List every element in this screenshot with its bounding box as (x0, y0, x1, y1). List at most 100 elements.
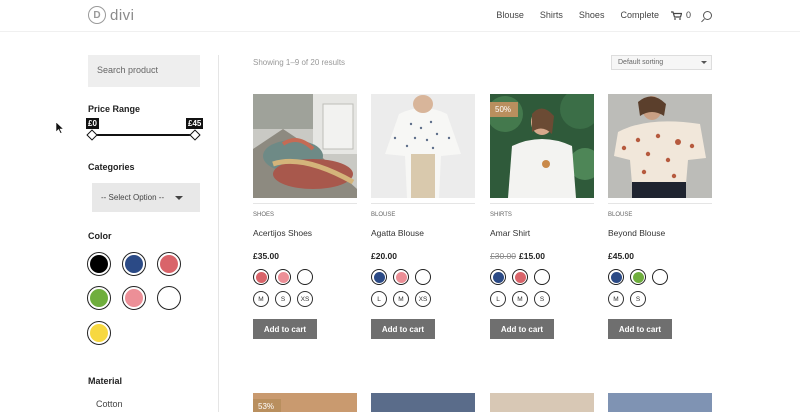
categories-heading: Categories (88, 162, 135, 172)
color-swatch-black[interactable] (87, 252, 111, 276)
product-category[interactable]: SHIRTS (490, 212, 594, 218)
color-swatch-navy[interactable] (122, 252, 146, 276)
cart-link[interactable]: 0 (670, 10, 691, 20)
product-name[interactable]: Amar Shirt (490, 228, 594, 238)
product-color-swatch[interactable] (275, 269, 291, 285)
size-option[interactable]: XS (297, 291, 313, 307)
size-option[interactable]: M (512, 291, 528, 307)
swatch-dot (277, 271, 289, 283)
product-image-partial[interactable] (608, 393, 712, 412)
site-logo[interactable]: D divi (88, 6, 135, 24)
cart-icon (670, 10, 682, 20)
add-to-cart-button[interactable]: Add to cart (253, 319, 317, 339)
product-image-partial[interactable]: 53% (253, 393, 357, 412)
product-color-swatch[interactable] (630, 269, 646, 285)
product-color-swatch[interactable] (253, 269, 269, 285)
color-dot (90, 324, 108, 342)
color-swatch-yellow[interactable] (87, 321, 111, 345)
add-to-cart-button[interactable]: Add to cart (490, 319, 554, 339)
swatch-dot (299, 271, 311, 283)
categories-select[interactable]: -- Select Option -- (92, 183, 200, 212)
product-divider (608, 203, 712, 204)
price-range-heading: Price Range (88, 104, 141, 114)
size-option[interactable]: M (608, 291, 624, 307)
color-dot (125, 289, 143, 307)
product-image-partial[interactable] (490, 393, 594, 412)
product-color-swatches (608, 269, 712, 285)
price-max-label: £45 (186, 118, 204, 129)
size-option[interactable]: S (534, 291, 550, 307)
color-swatch-red[interactable] (157, 252, 181, 276)
swatch-dot (255, 271, 267, 283)
product-image-acertijos-shoes[interactable] (253, 94, 357, 198)
site-header: D divi Blouse Shirts Shoes Complete 0 (0, 0, 800, 32)
product-name[interactable]: Acertijos Shoes (253, 228, 357, 238)
product-card: SHOES Acertijos Shoes £35.00 M S XS Add … (253, 94, 357, 339)
product-color-swatch[interactable] (652, 269, 668, 285)
add-to-cart-button[interactable]: Add to cart (608, 319, 672, 339)
product-color-swatch[interactable] (371, 269, 387, 285)
product-color-swatch[interactable] (415, 269, 431, 285)
size-option[interactable]: L (490, 291, 506, 307)
price-max-handle[interactable] (189, 129, 201, 141)
product-color-swatch[interactable] (490, 269, 506, 285)
color-swatch-white[interactable] (157, 286, 181, 310)
size-option[interactable]: M (253, 291, 269, 307)
size-option[interactable]: S (275, 291, 291, 307)
material-heading: Material (88, 376, 123, 386)
product-category[interactable]: BLOUSE (371, 212, 475, 218)
add-to-cart-button[interactable]: Add to cart (371, 319, 435, 339)
product-image-amar-shirt[interactable]: 50% (490, 94, 594, 198)
product-price-current: £45.00 (608, 251, 634, 261)
size-option[interactable]: S (630, 291, 646, 307)
nav-shoes[interactable]: Shoes (579, 10, 605, 20)
color-dot (125, 255, 143, 273)
swatch-dot (417, 271, 429, 283)
swatch-dot (373, 271, 385, 283)
product-size-options: M S (608, 291, 712, 307)
product-image-partial[interactable] (371, 393, 475, 412)
product-card: 50% SHIRTS Amar Shirt £30.00 £15.00 L M S… (490, 94, 594, 339)
sort-select-value: Default sorting (618, 59, 664, 66)
color-swatch-pink[interactable] (122, 286, 146, 310)
product-color-swatch[interactable] (297, 269, 313, 285)
price-slider-track[interactable] (92, 134, 196, 136)
nav-shirts[interactable]: Shirts (540, 10, 563, 20)
swatch-dot (610, 271, 622, 283)
product-color-swatch[interactable] (512, 269, 528, 285)
product-name[interactable]: Beyond Blouse (608, 228, 712, 238)
nav-complete[interactable]: Complete (620, 10, 659, 20)
sort-select[interactable]: Default sorting (611, 55, 712, 70)
product-category[interactable]: SHOES (253, 212, 357, 218)
size-option[interactable]: XS (415, 291, 431, 307)
color-dot (160, 255, 178, 273)
logo-text: divi (110, 6, 135, 24)
product-price-old: £30.00 (490, 251, 516, 261)
product-name[interactable]: Agatta Blouse (371, 228, 475, 238)
swatch-dot (492, 271, 504, 283)
product-image-beyond-blouse[interactable] (608, 94, 712, 198)
swatch-dot (632, 271, 644, 283)
color-swatch-green[interactable] (87, 286, 111, 310)
product-color-swatch[interactable] (393, 269, 409, 285)
product-image-agatta-blouse[interactable] (371, 94, 475, 198)
product-price-current: £35.00 (253, 251, 279, 261)
product-color-swatches (371, 269, 475, 285)
swatch-dot (395, 271, 407, 283)
product-category[interactable]: BLOUSE (608, 212, 712, 218)
product-search-input[interactable]: Search product (88, 55, 200, 87)
nav-blouse[interactable]: Blouse (496, 10, 524, 20)
product-color-swatches (490, 269, 594, 285)
product-card: BLOUSE Agatta Blouse £20.00 L M XS Add t… (371, 94, 475, 339)
product-divider (490, 203, 594, 204)
size-option[interactable]: L (371, 291, 387, 307)
color-heading: Color (88, 231, 112, 241)
mouse-cursor-icon (56, 122, 64, 134)
price-min-handle[interactable] (86, 129, 98, 141)
size-option[interactable]: M (393, 291, 409, 307)
product-price: £35.00 (253, 251, 357, 261)
product-color-swatch[interactable] (534, 269, 550, 285)
search-icon[interactable] (703, 10, 712, 20)
product-color-swatch[interactable] (608, 269, 624, 285)
material-item-cotton[interactable]: Cotton (96, 399, 123, 409)
